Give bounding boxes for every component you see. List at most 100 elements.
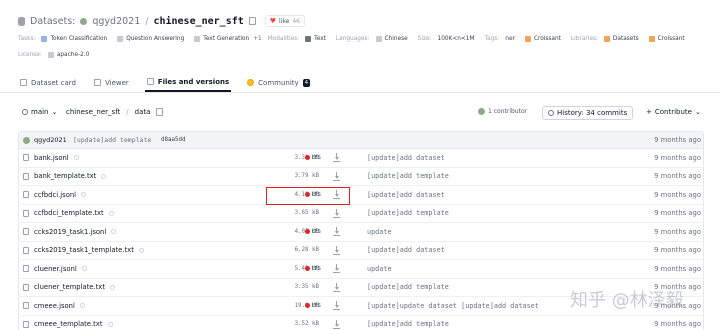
file-info-icon[interactable]	[73, 155, 79, 161]
lfs-label: LFS	[312, 154, 321, 161]
file-info-icon[interactable]	[79, 303, 85, 309]
file-name-link[interactable]: cluener_template.txt	[34, 283, 105, 291]
copy-path-icon[interactable]	[156, 108, 164, 116]
file-row[interactable]: cmeee_template.txt 3.52 kB [update]add tem…	[18, 315, 704, 330]
file-info-icon[interactable]	[110, 284, 115, 290]
tag-text[interactable]: Text	[305, 36, 326, 42]
download-button[interactable]	[333, 279, 340, 297]
file-commit-message[interactable]: update	[367, 223, 392, 241]
tag-croissant[interactable]: Croissant	[524, 36, 561, 42]
license-row: License: apache-2.0	[18, 50, 99, 60]
repo-title-row: Datasets: qgyd2021 / chinese_ner_sft ♥ l…	[18, 14, 305, 28]
owner-link[interactable]: qgyd2021	[92, 16, 140, 27]
download-button[interactable]	[333, 149, 340, 167]
last-commit-message[interactable]: [update]add template	[73, 132, 151, 148]
file-commit-message[interactable]: [update]add dataset	[367, 186, 445, 204]
file-row[interactable]: bank.jsonl 3.31 MB LFS [update]add dataset 9…	[18, 149, 704, 168]
file-icon	[23, 154, 29, 162]
file-commit-message[interactable]: [update]update dataset [update]add datas…	[367, 297, 539, 315]
file-info-icon[interactable]	[107, 321, 113, 327]
file-name-link[interactable]: cmeee_template.txt	[34, 320, 103, 328]
tag-token-classification[interactable]: Token Classification	[41, 36, 107, 42]
file-commit-date: 9 months ago	[654, 320, 701, 329]
viewer-icon	[93, 79, 101, 86]
file-name-cell: ccks2019_task1.jsonl	[23, 223, 117, 241]
file-commit-message[interactable]: update	[367, 260, 392, 278]
file-commit-message[interactable]: [update]add template	[367, 316, 449, 330]
file-name-link[interactable]: ccks2019_task1.jsonl	[34, 228, 106, 236]
file-size: 3.79 kB	[294, 173, 319, 180]
breadcrumb-dir[interactable]: data	[135, 108, 151, 116]
community-icon	[247, 79, 255, 86]
tag-croissant-lib[interactable]: Croissant	[648, 36, 685, 42]
file-commit-message[interactable]: [update]add template	[367, 168, 449, 186]
lfs-label: LFS	[312, 228, 321, 235]
repo-name[interactable]: chinese_ner_sft	[153, 16, 243, 27]
contributors-link[interactable]: 1 contributor	[478, 108, 527, 115]
file-row[interactable]: bank_template.txt 3.79 kB [update]add temp…	[18, 167, 704, 186]
file-info-icon[interactable]	[81, 266, 87, 272]
datasets-crumb[interactable]: Datasets:	[30, 16, 75, 27]
download-button[interactable]	[333, 242, 340, 260]
commit-author[interactable]: qgyd2021	[23, 132, 67, 148]
file-row[interactable]: ccks2019_task1_template.txt 6.28 kB [updat…	[18, 241, 704, 260]
download-button[interactable]	[333, 223, 340, 241]
file-size: 3.35 kB	[294, 284, 319, 291]
file-name-link[interactable]: ccks2019_task1_template.txt	[34, 246, 134, 254]
file-info-icon[interactable]	[138, 247, 144, 253]
tab-community[interactable]: Community 4	[245, 73, 312, 92]
file-row[interactable]: cluener.jsonl 5.49 MB LFS update 9 months ag…	[18, 260, 704, 279]
file-info-icon[interactable]	[81, 192, 87, 198]
license-icon	[47, 52, 54, 58]
croissant-library-icon	[648, 36, 655, 42]
download-button[interactable]	[333, 260, 340, 278]
tab-files-and-versions[interactable]: Files and versions	[144, 73, 232, 92]
token-classification-icon	[41, 36, 48, 42]
download-button[interactable]	[333, 168, 340, 186]
owner-avatar[interactable]	[80, 17, 88, 25]
heart-icon: ♥	[269, 17, 277, 25]
contribute-button[interactable]: + Contribute ⌄	[646, 108, 701, 116]
tab-viewer[interactable]: Viewer	[92, 73, 131, 92]
download-button[interactable]	[333, 316, 340, 330]
file-row[interactable]: ccfbdci_template.txt 3.65 kB [update]add t…	[18, 204, 704, 223]
file-info-icon[interactable]	[108, 210, 114, 216]
watermark-text: 知乎 @林泽毅	[570, 290, 684, 311]
file-commit-message[interactable]: [update]add template	[367, 205, 449, 223]
tag-ner[interactable]: ner	[505, 36, 515, 42]
file-name-link[interactable]: bank.jsonl	[34, 154, 69, 162]
copy-icon[interactable]	[248, 17, 256, 25]
file-info-icon[interactable]	[101, 173, 107, 179]
file-name-link[interactable]: ccfbdci.jsonl	[34, 191, 76, 199]
file-icon	[23, 246, 29, 254]
file-row[interactable]: ccks2019_task1.jsonl 4.07 MB LFS update 9 mo…	[18, 223, 704, 242]
tasks-more[interactable]: +1	[253, 36, 262, 42]
files-icon	[146, 78, 154, 85]
tag-question-answering[interactable]: Question Answering	[117, 36, 184, 42]
file-commit-message[interactable]: [update]add dataset	[367, 242, 445, 260]
download-button[interactable]	[333, 205, 340, 223]
branch-selector[interactable]: main ⌄	[22, 108, 57, 116]
file-name-link[interactable]: bank_template.txt	[34, 172, 96, 180]
like-button[interactable]: ♥ like 46	[264, 15, 305, 27]
tab-dataset-card[interactable]: Dataset card	[18, 73, 78, 92]
file-commit-message[interactable]: [update]add dataset	[367, 149, 445, 167]
lfs-icon	[305, 266, 310, 272]
tag-chinese[interactable]: Chinese	[375, 36, 408, 42]
size-key: Size:	[417, 36, 432, 42]
file-icon	[23, 283, 29, 291]
tag-license[interactable]: apache-2.0	[47, 52, 89, 58]
file-row[interactable]: ccfbdci.jsonl 4.16 MB LFS [update]add datas…	[18, 186, 704, 205]
file-name-link[interactable]: cluener.jsonl	[34, 265, 77, 273]
file-commit-message[interactable]: [update]add template	[367, 279, 449, 297]
tag-datasets-lib[interactable]: Datasets	[603, 36, 639, 42]
commit-hash[interactable]: d8aa5dd	[161, 132, 185, 148]
file-info-icon[interactable]	[111, 229, 117, 235]
download-button[interactable]	[333, 297, 340, 315]
breadcrumb-repo[interactable]: chinese_ner_sft	[66, 108, 120, 116]
file-name-link[interactable]: ccfbdci_template.txt	[34, 209, 104, 217]
tag-size[interactable]: 100K<n<1M	[438, 36, 475, 42]
tag-text-generation[interactable]: Text Generation	[194, 36, 249, 42]
history-button[interactable]: History: 34 commits	[542, 106, 634, 120]
file-name-link[interactable]: cmeee.jsonl	[34, 302, 75, 310]
